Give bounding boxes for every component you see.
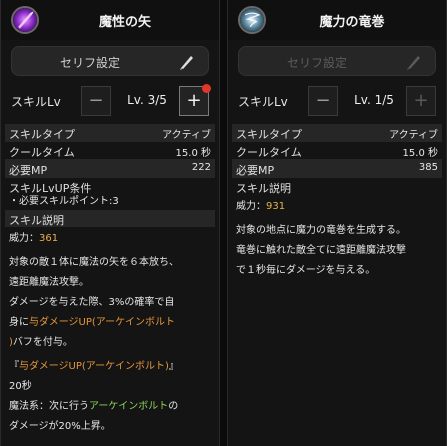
skill-level-value: Lv. 1/5 — [354, 93, 394, 107]
skill-name-highlight: アーケインボルト — [89, 401, 169, 412]
quill-pen-icon — [180, 56, 193, 70]
skill-power: 威力：931 — [232, 197, 442, 217]
description-line: 対象の敵１体に魔法の矢を６本放ち、 — [9, 257, 179, 268]
skill-description-title: スキル説明 — [9, 214, 64, 227]
skill-description-header: スキル説明 — [232, 178, 442, 195]
skill-header: 魔力の竜巻 — [228, 0, 446, 40]
lvup-condition-title: スキルLvUP条件 — [9, 182, 92, 195]
serif-settings-button[interactable]: セリフ設定 — [11, 46, 209, 76]
stat-value: 15.0 秒 — [402, 148, 438, 159]
skill-panel-right: 魔力の竜巻 セリフ設定 スキルLv − Lv. 1/5 + スキルタイプ アクテ… — [227, 0, 447, 446]
level-down-button[interactable]: − — [308, 86, 338, 116]
power-value: 931 — [266, 201, 286, 212]
power-label: 威力： — [9, 233, 39, 244]
stat-value: アクティブ — [162, 130, 211, 141]
description-line: で１秒毎にダメージを与える。 — [236, 265, 376, 276]
arcane-arrow-icon — [11, 6, 39, 34]
description-line: 身に与ダメージUP(アーケインボルト — [5, 313, 215, 333]
magic-effect-line: 魔法系：次に行うアーケインボルトの — [5, 397, 215, 417]
stat-label: 必要MP — [236, 164, 275, 177]
lvup-requirement: ・必要スキルポイント:3 — [9, 196, 119, 207]
magic-tornado-icon — [238, 6, 266, 34]
serif-settings-label: セリフ設定 — [59, 56, 120, 70]
stat-label: クールタイム — [9, 146, 75, 159]
power-value: 361 — [39, 233, 59, 244]
skill-info: スキルタイプ アクティブ クールタイム 15.0 秒 必要MP 385 スキル説… — [232, 124, 442, 281]
description-line: ダメージを与えた際、3%の確率で自 — [9, 297, 175, 308]
bracket-open: 『 — [9, 361, 19, 372]
stat-row-cooldown: クールタイム 15.0 秒 — [232, 142, 442, 160]
stat-value: アクティブ — [389, 130, 438, 141]
description-line: 対象の地点に魔力の竜巻を生成する。 — [236, 225, 406, 236]
stat-label: スキルタイプ — [236, 128, 302, 141]
description-text: 身に — [9, 317, 29, 328]
buff-name-highlight: 与ダメージUP(アーケインボルト — [29, 317, 175, 328]
serif-settings-label: セリフ設定 — [286, 56, 347, 70]
stat-value: 222 — [191, 162, 211, 173]
description-line: 竜巻に触れた敵全てに遠距離魔法攻撃 — [236, 245, 406, 256]
skill-level-label: スキルLv — [238, 95, 288, 109]
skill-level-row: スキルLv − Lv. 3/5 + — [11, 84, 211, 116]
stat-row-mp: 必要MP 222 — [5, 160, 215, 178]
skill-panel-left: 魔性の矢 セリフ設定 スキルLv − Lv. 3/5 + スキルタイプ アクティ… — [0, 0, 220, 446]
buff-name-highlight: 与ダメージUP(アーケインボルト) — [19, 361, 169, 372]
description-line: )バフを付与。 — [5, 333, 215, 353]
skill-description-header: スキル説明 — [5, 210, 215, 227]
plus-icon: + — [413, 90, 429, 111]
stat-row-type: スキルタイプ アクティブ — [232, 124, 442, 142]
skill-level-row: スキルLv − Lv. 1/5 + — [238, 86, 436, 116]
stat-label: クールタイム — [236, 146, 302, 159]
skill-power: 威力：361 — [5, 229, 215, 249]
buff-duration: 20秒 — [9, 381, 32, 392]
magic-text: の — [168, 401, 179, 412]
stat-value: 15.0 秒 — [175, 148, 211, 159]
level-up-button[interactable]: + — [179, 84, 211, 116]
power-label: 威力： — [236, 201, 266, 212]
quill-pen-icon — [407, 56, 420, 70]
level-up-button[interactable]: + — [406, 86, 436, 116]
skill-title: 魔性の矢 — [98, 15, 151, 30]
description-line: 遠距離魔法攻撃。 — [9, 277, 89, 288]
stat-label: スキルタイプ — [9, 128, 75, 141]
skill-header: 魔性の矢 — [1, 0, 219, 40]
magic-effect-last: ダメージが20%上昇。 — [9, 421, 111, 432]
lvup-condition-title-row: スキルLvUP条件 — [5, 178, 215, 195]
notification-dot — [202, 84, 211, 93]
skill-level-label: スキルLv — [11, 95, 61, 109]
stat-row-cooldown: クールタイム 15.0 秒 — [5, 142, 215, 160]
stat-label: 必要MP — [9, 164, 48, 177]
skill-level-value: Lv. 3/5 — [127, 93, 167, 107]
bracket-close: 』 — [168, 361, 179, 372]
buff-name-line: 『与ダメージUP(アーケインボルト)』 — [5, 357, 215, 377]
magic-text: 魔法系：次に行う — [9, 401, 89, 412]
plus-icon: + — [186, 90, 202, 111]
skill-info: スキルタイプ アクティブ クールタイム 15.0 秒 必要MP 222 スキルL… — [5, 124, 215, 437]
description-text: バフを付与。 — [12, 337, 73, 348]
skill-description-title: スキル説明 — [236, 182, 291, 195]
skill-title: 魔力の竜巻 — [319, 15, 385, 30]
serif-settings-button[interactable]: セリフ設定 — [238, 46, 436, 76]
stat-row-type: スキルタイプ アクティブ — [5, 124, 215, 142]
stat-row-mp: 必要MP 385 — [232, 160, 442, 178]
level-down-button[interactable]: − — [81, 86, 111, 116]
stat-value: 385 — [418, 162, 438, 173]
